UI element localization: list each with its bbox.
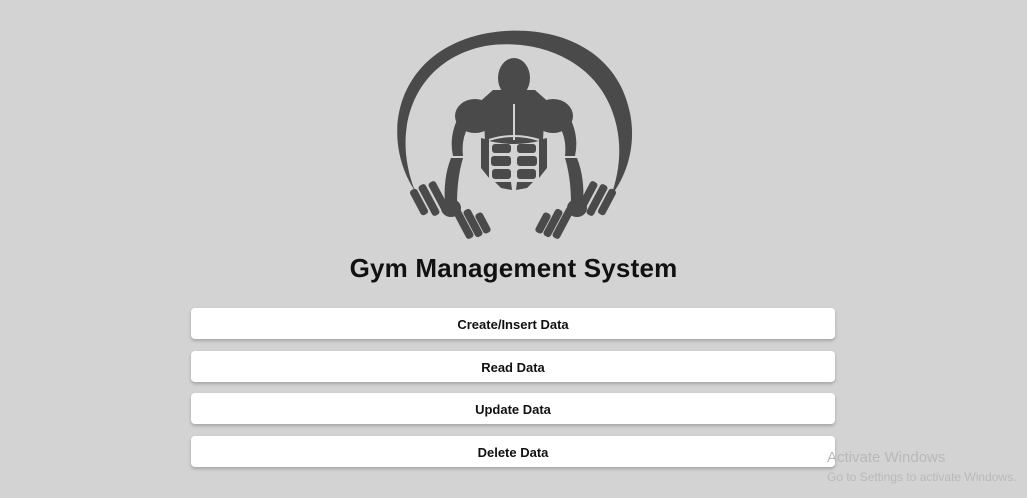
create-insert-data-button[interactable]: Create/Insert Data	[191, 308, 835, 339]
page-title: Gym Management System	[349, 253, 678, 283]
action-menu: Create/Insert Data Read Data Update Data…	[191, 308, 835, 478]
read-data-button[interactable]: Read Data	[191, 350, 835, 382]
main-page: Gym Management System Create/Insert Data…	[0, 0, 1027, 498]
watermark-subtitle: Go to Settings to activate Windows.	[827, 470, 1017, 484]
activate-windows-watermark: Activate Windows Go to Settings to activ…	[827, 449, 1016, 485]
watermark-title: Activate Windows	[827, 449, 946, 466]
update-data-button[interactable]: Update Data	[191, 393, 835, 424]
delete-data-button[interactable]: Delete Data	[191, 435, 835, 467]
gym-logo-icon	[397, 30, 633, 239]
